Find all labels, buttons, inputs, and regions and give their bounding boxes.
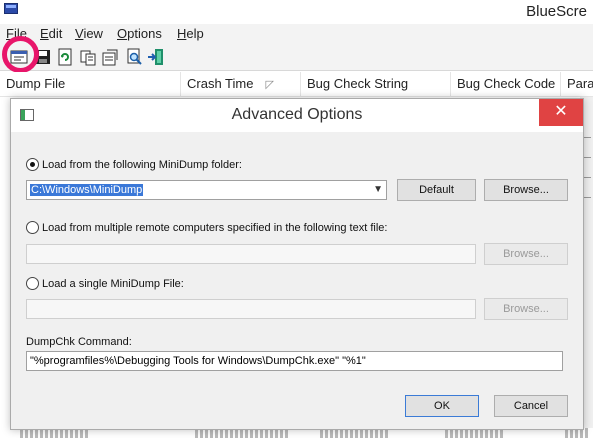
- minidump-folder-value: C:\Windows\MiniDump: [30, 184, 144, 196]
- find-icon[interactable]: [125, 48, 143, 66]
- column-parameter[interactable]: Para: [561, 72, 593, 97]
- column-crash-time-label: Crash Time: [187, 76, 254, 91]
- chevron-down-icon[interactable]: ▼: [373, 181, 383, 199]
- remote-computers-file-field[interactable]: [26, 244, 476, 264]
- radio-minidump-folder-label: Load from the following MiniDump folder:: [42, 158, 242, 171]
- app-title: BlueScre: [526, 3, 587, 20]
- column-header: Dump File Crash Time ◸ Bug Check String B…: [0, 72, 593, 97]
- properties-icon[interactable]: [101, 48, 119, 66]
- advanced-options-dialog: Advanced Options ✕ Load from the followi…: [10, 98, 584, 430]
- sort-descending-icon: ◸: [265, 79, 274, 91]
- column-crash-time[interactable]: Crash Time ◸: [181, 72, 301, 97]
- app-icon: [4, 3, 18, 14]
- highlight-circle: [2, 36, 39, 73]
- single-minidump-file-field[interactable]: [26, 299, 476, 319]
- default-button[interactable]: Default: [397, 179, 476, 201]
- dumpchk-command-label: DumpChk Command:: [26, 336, 132, 348]
- copy-icon[interactable]: [79, 48, 97, 66]
- column-dump-file[interactable]: Dump File: [0, 72, 181, 97]
- menu-options[interactable]: Options: [117, 26, 162, 41]
- menu-help[interactable]: Help: [177, 26, 204, 41]
- column-bug-check-code[interactable]: Bug Check Code: [451, 72, 561, 97]
- browse-remote-file-button[interactable]: Browse...: [484, 243, 568, 265]
- radio-single-file-indicator[interactable]: [26, 277, 39, 290]
- dialog-title: Advanced Options: [231, 106, 363, 123]
- menu-edit[interactable]: Edit: [40, 26, 62, 41]
- radio-single-file-label: Load a single MiniDump File:: [42, 277, 184, 290]
- column-bug-check-string[interactable]: Bug Check String: [301, 72, 451, 97]
- ok-button[interactable]: OK: [405, 395, 479, 417]
- toolbar: [0, 43, 593, 71]
- radio-minidump-folder-indicator[interactable]: [26, 158, 39, 171]
- browse-single-file-button[interactable]: Browse...: [484, 298, 568, 320]
- close-button[interactable]: ✕: [539, 99, 583, 126]
- radio-remote-computers[interactable]: Load from multiple remote computers spec…: [26, 221, 387, 234]
- refresh-icon[interactable]: [56, 48, 74, 66]
- cancel-button[interactable]: Cancel: [494, 395, 568, 417]
- dumpchk-command-field[interactable]: "%programfiles%\Debugging Tools for Wind…: [26, 351, 563, 371]
- browse-folder-button[interactable]: Browse...: [484, 179, 568, 201]
- menu-bar: File Edit View Options Help: [0, 24, 593, 43]
- radio-remote-computers-label: Load from multiple remote computers spec…: [42, 221, 388, 234]
- menu-view[interactable]: View: [75, 26, 103, 41]
- dialog-title-bar: Advanced Options ✕: [11, 99, 583, 132]
- radio-minidump-folder[interactable]: Load from the following MiniDump folder:: [26, 158, 242, 171]
- app-title-bar: BlueScre: [0, 0, 593, 24]
- minidump-folder-combo[interactable]: C:\Windows\MiniDump ▼: [26, 180, 387, 200]
- radio-single-file[interactable]: Load a single MiniDump File:: [26, 277, 184, 290]
- exit-icon[interactable]: [147, 48, 165, 66]
- radio-remote-computers-indicator[interactable]: [26, 221, 39, 234]
